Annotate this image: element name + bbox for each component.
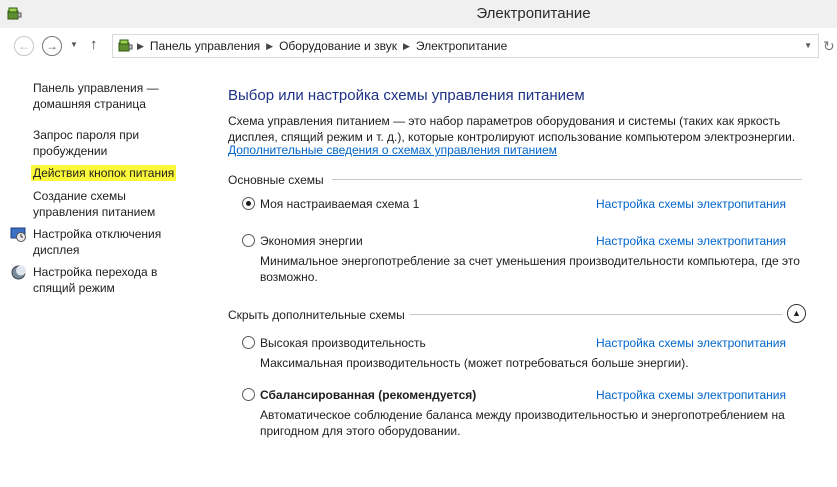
breadcrumb-hardware-sound[interactable]: Оборудование и звук	[279, 39, 397, 53]
section-divider	[410, 314, 782, 315]
plan-settings-link[interactable]: Настройка схемы электропитания	[596, 233, 786, 249]
window-title: Электропитание	[476, 5, 591, 22]
refresh-icon[interactable]: ↻	[823, 38, 835, 55]
plan-radio-custom[interactable]	[242, 197, 255, 210]
plan-name[interactable]: Экономия энергии	[260, 233, 363, 249]
main-content: Выбор или настройка схемы управления пит…	[228, 64, 837, 487]
plan-description: Минимальное энергопотребление за счет ум…	[260, 254, 800, 284]
page-description: Схема управления питанием — это набор па…	[228, 114, 796, 144]
navigation-bar: ← → ▼ ↑ ▶ Панель управления ▶ Оборудован…	[0, 28, 837, 64]
up-arrow-icon[interactable]: ↑	[90, 36, 98, 53]
basic-plans-header: Основные схемы	[228, 173, 324, 187]
plan-radio-balanced[interactable]	[242, 388, 255, 401]
sidebar-item-power-buttons[interactable]: Действия кнопок питания	[31, 165, 177, 181]
plan-name[interactable]: Высокая производительность	[260, 335, 426, 351]
plan-high-performance: Высокая производительность Настройка схе…	[242, 335, 822, 371]
plan-balanced: Сбалансированная (рекомендуется) Настрой…	[242, 387, 822, 439]
breadcrumb: ▶ Панель управления ▶ Оборудование и зву…	[137, 39, 507, 53]
sidebar-item-control-panel-home[interactable]: Панель управления — домашняя страница	[33, 80, 193, 112]
plan-custom: Моя настраиваемая схема 1 Настройка схем…	[242, 196, 822, 212]
plan-description: Максимальная производительность (может п…	[260, 356, 689, 370]
plan-name[interactable]: Сбалансированная (рекомендуется)	[260, 387, 476, 403]
breadcrumb-control-panel[interactable]: Панель управления	[150, 39, 260, 53]
address-bar[interactable]: ▶ Панель управления ▶ Оборудование и зву…	[112, 34, 819, 58]
chevron-right-icon[interactable]: ▶	[266, 41, 273, 52]
sidebar-item-display-off[interactable]: Настройка отключения дисплея	[33, 226, 193, 258]
plan-settings-link[interactable]: Настройка схемы электропитания	[596, 196, 786, 212]
plan-settings-link[interactable]: Настройка схемы электропитания	[596, 335, 786, 351]
hidden-plans-header[interactable]: Скрыть дополнительные схемы	[228, 308, 405, 322]
chevron-down-icon[interactable]: ▼	[804, 41, 812, 50]
plan-radio-power-saver[interactable]	[242, 234, 255, 247]
sidebar-item-sleep-settings[interactable]: Настройка перехода в спящий режим	[33, 264, 193, 296]
sidebar-item-create-plan[interactable]: Создание схемы управления питанием	[33, 188, 193, 220]
breadcrumb-power-options[interactable]: Электропитание	[416, 39, 507, 53]
plan-radio-high-performance[interactable]	[242, 336, 255, 349]
power-options-icon	[118, 39, 133, 52]
chevron-right-icon[interactable]: ▶	[403, 41, 410, 52]
back-arrow-icon[interactable]: ←	[14, 36, 34, 56]
chevron-right-icon[interactable]: ▶	[137, 41, 144, 52]
more-info-link[interactable]: Дополнительные сведения о схемах управле…	[228, 143, 557, 157]
plan-description: Автоматическое соблюдение баланса между …	[260, 408, 785, 438]
chevron-down-icon[interactable]: ▼	[70, 40, 78, 49]
title-bar: Электропитание	[0, 0, 837, 28]
section-divider	[332, 179, 802, 180]
plan-power-saver: Экономия энергии Настройка схемы электро…	[242, 233, 822, 285]
sidebar: Панель управления — домашняя страница За…	[0, 64, 200, 487]
chevron-up-icon[interactable]: ▲	[787, 304, 806, 323]
plan-settings-link[interactable]: Настройка схемы электропитания	[596, 387, 786, 403]
sidebar-item-password-on-wakeup[interactable]: Запрос пароля при пробуждении	[33, 127, 193, 159]
forward-arrow-icon[interactable]: →	[42, 36, 62, 56]
moon-icon	[11, 265, 26, 280]
page-title: Выбор или настройка схемы управления пит…	[228, 87, 585, 104]
plan-name[interactable]: Моя настраиваемая схема 1	[260, 196, 419, 212]
display-icon	[10, 227, 26, 242]
